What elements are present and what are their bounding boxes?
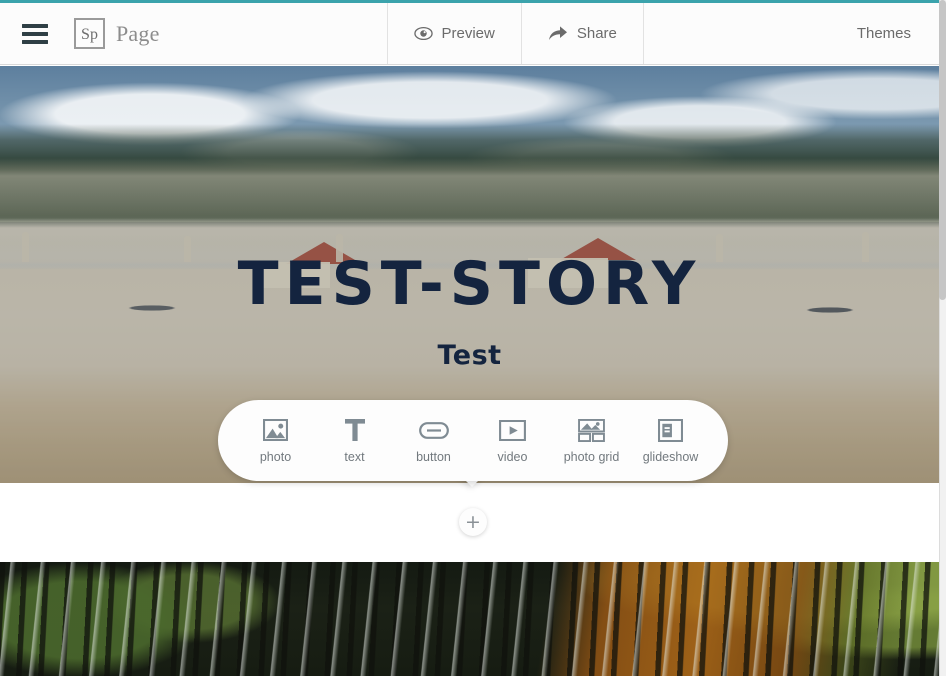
glideshow-icon: [658, 417, 683, 443]
text-t-icon: [344, 417, 366, 443]
spark-logo-badge[interactable]: Sp: [74, 18, 105, 49]
page-title: Page: [116, 20, 160, 46]
insert-photo-label: photo: [259, 450, 292, 464]
hamburger-bar-2: [22, 31, 48, 36]
insert-glideshow-button[interactable]: glideshow: [634, 417, 708, 464]
top-toolbar: Sp Page Preview Share Themes: [0, 3, 939, 65]
insert-button-label: button: [416, 450, 451, 464]
add-block-label: +: [465, 510, 481, 533]
video-play-icon: [499, 417, 526, 443]
button-pill-icon: [418, 417, 449, 443]
photo-grid-icon: [578, 417, 605, 443]
top-accent-bar: [0, 0, 946, 3]
eye-icon: [413, 24, 433, 43]
vertical-scrollbar-thumb[interactable]: [939, 0, 946, 300]
insert-photo-button[interactable]: photo: [239, 417, 313, 464]
share-label: Share: [576, 25, 617, 42]
insert-photo-grid-label: photo grid: [563, 450, 620, 464]
themes-label: Themes: [856, 25, 911, 42]
photo-icon: [263, 417, 288, 443]
insert-glideshow-label: glideshow: [642, 450, 699, 464]
insert-video-button[interactable]: video: [476, 417, 550, 464]
hamburger-bar-3: [22, 39, 48, 44]
preview-button[interactable]: Preview: [386, 3, 521, 64]
hamburger-menu-icon[interactable]: [22, 23, 48, 44]
insert-block-toolbar[interactable]: photo text button video photo grid glide…: [218, 400, 728, 481]
share-button[interactable]: Share: [520, 3, 643, 64]
bottom-photo-section[interactable]: [0, 562, 939, 676]
brand-area: Sp Page: [0, 3, 174, 64]
add-block-button[interactable]: +: [459, 508, 487, 536]
insert-button-button[interactable]: button: [397, 417, 471, 464]
share-arrow-icon: [548, 25, 568, 42]
themes-button[interactable]: Themes: [642, 3, 939, 64]
hamburger-bar-1: [22, 23, 48, 28]
bottom-background-photo: [0, 562, 939, 676]
hero-subheading[interactable]: Test: [437, 340, 501, 371]
insert-text-button[interactable]: text: [318, 417, 392, 464]
insert-video-label: video: [497, 450, 528, 464]
insert-text-label: text: [344, 450, 365, 464]
preview-label: Preview: [441, 25, 495, 42]
insert-photo-grid-button[interactable]: photo grid: [555, 417, 629, 464]
hero-heading[interactable]: TEST-STORY: [238, 254, 702, 314]
